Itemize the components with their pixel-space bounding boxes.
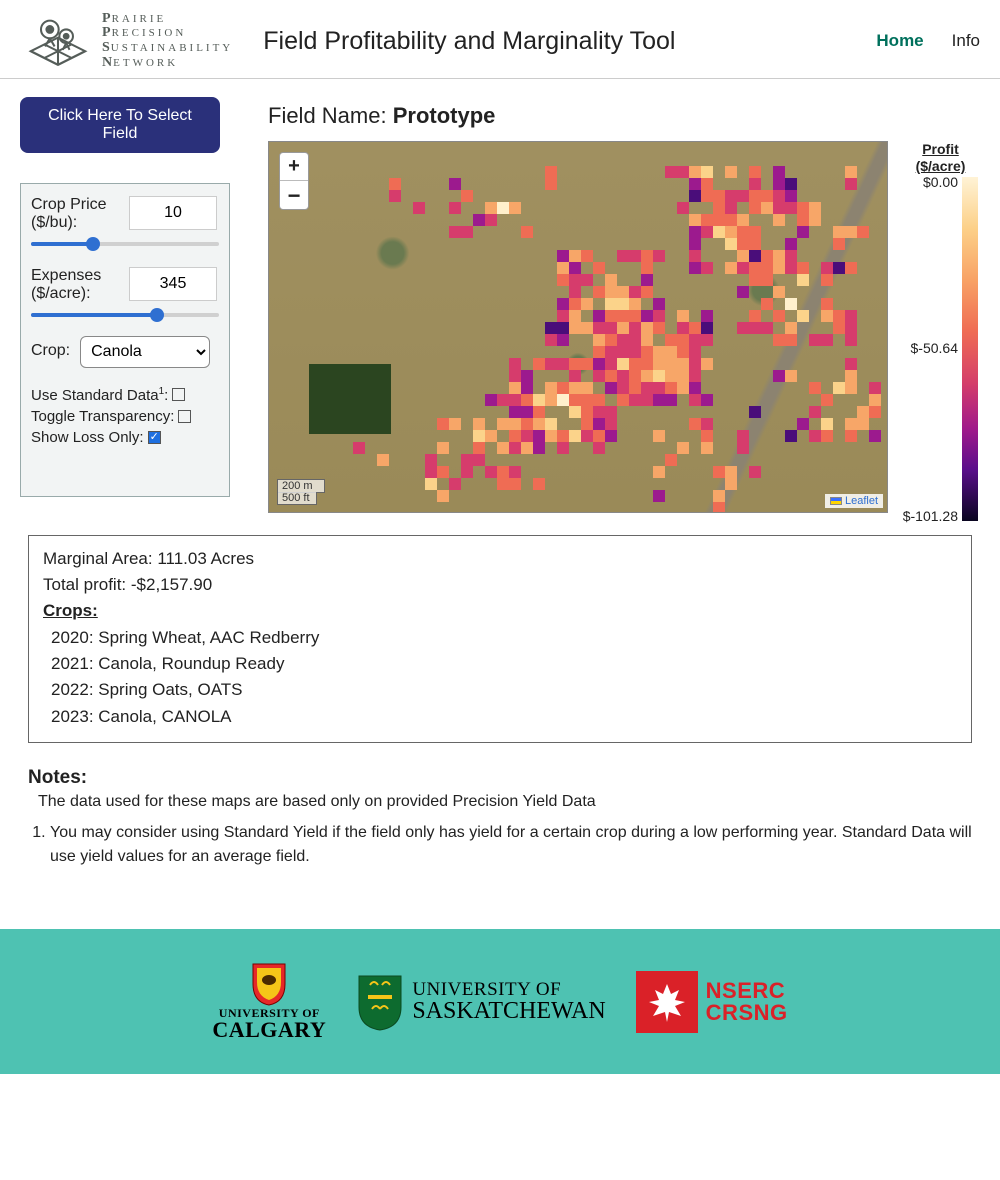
show-loss-only-label: Show Loss Only: [31,429,144,446]
map[interactable]: + − 200 m 500 ft Leaflet [268,141,888,513]
legend: Profit($/acre) $0.00 $-50.64 $-101.28 [903,141,978,521]
crop-price-label: Crop Price ($/bu): [31,196,121,233]
notes-section: Notes: The data used for these maps are … [28,767,972,869]
notes-item: You may consider using Standard Yield if… [50,821,972,869]
crop-history-line: 2021: Canola, Roundup Ready [43,651,957,677]
brand-logo: PRAIRIE PRECISION SUSTAINABILITY NETWORK [24,10,233,72]
crop-history-line: 2020: Spring Wheat, AAC Redberry [43,625,957,651]
nserc-logo: NSERC CRSNG [636,971,788,1033]
zoom-out-button[interactable]: − [280,181,308,209]
expenses-slider[interactable] [31,308,219,322]
zoom-control: + − [279,152,309,210]
crop-select[interactable]: Canola [80,336,210,368]
expenses-label: Expenses ($/acre): [31,267,121,304]
toggle-transparency-label: Toggle Transparency: [31,408,174,425]
maple-leaf-icon [645,980,689,1024]
field-name-label: Field Name: [268,103,387,128]
field-name-value: Prototype [393,103,496,128]
legend-mid: $-50.64 [911,340,958,356]
nav-home[interactable]: Home [876,31,923,51]
control-panel: Crop Price ($/bu): Expenses ($/acre): [20,183,230,497]
us-crest-icon [356,973,404,1031]
brand-text: PRAIRIE PRECISION SUSTAINABILITY NETWORK [102,12,233,71]
toggle-transparency-checkbox[interactable] [178,410,191,423]
footer: UNIVERSITY OF CALGARY UNIVERSITY OF SASK… [0,929,1000,1074]
header: PRAIRIE PRECISION SUSTAINABILITY NETWORK… [0,0,1000,79]
legend-colorbar [962,177,978,521]
crop-history-line: 2023: Canola, CANOLA [43,704,957,730]
use-standard-label: Use Standard Data1: [31,386,168,404]
zoom-in-button[interactable]: + [280,153,308,181]
notes-heading: Notes: [28,767,972,789]
field-name-row: Field Name: Prototype [268,103,980,129]
total-profit: Total profit: -$2,157.90 [43,572,957,598]
crops-header: Crops: [43,598,957,624]
expenses-input[interactable] [129,267,217,301]
university-of-saskatchewan-logo: UNIVERSITY OF SASKATCHEWAN [356,973,605,1031]
crop-price-input[interactable] [129,196,217,230]
stats-box: Marginal Area: 111.03 Acres Total profit… [28,535,972,743]
marginal-area: Marginal Area: 111.03 Acres [43,546,957,572]
map-attribution[interactable]: Leaflet [825,494,883,508]
legend-min: $-101.28 [903,508,958,524]
crop-price-slider[interactable] [31,237,219,251]
brand-l1: RAIRIE [112,13,167,25]
legend-max: $0.00 [923,174,958,190]
nav-info[interactable]: Info [952,31,980,51]
select-field-button[interactable]: Click Here To Select Field [20,97,220,153]
uc-crest-icon [249,962,289,1006]
ppsn-logo-icon [24,10,92,72]
page-title: Field Profitability and Marginality Tool [263,27,675,56]
scale-control: 200 m 500 ft [277,479,325,504]
university-of-calgary-logo: UNIVERSITY OF CALGARY [212,962,326,1040]
notes-intro: The data used for these maps are based o… [38,793,972,811]
use-standard-checkbox[interactable] [172,388,185,401]
crop-history-line: 2022: Spring Oats, OATS [43,677,957,703]
flag-icon [830,497,842,505]
crop-label: Crop: [31,342,70,360]
nav-links: Home Info [876,31,980,51]
show-loss-only-checkbox[interactable] [148,431,161,444]
